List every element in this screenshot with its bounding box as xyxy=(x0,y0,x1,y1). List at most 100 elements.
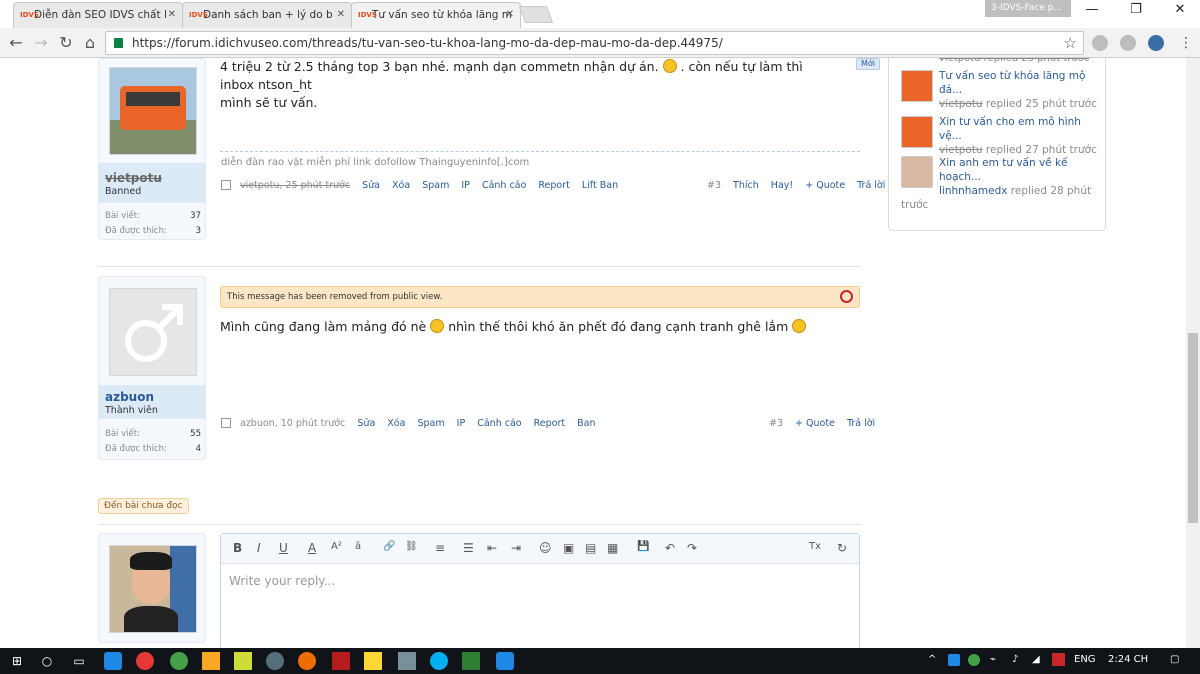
edit-link[interactable]: Sửa xyxy=(362,180,380,191)
thread-thumb[interactable] xyxy=(901,70,933,102)
avatar[interactable] xyxy=(109,67,197,155)
quote-link[interactable]: + Quote xyxy=(805,180,845,191)
select-checkbox[interactable] xyxy=(221,418,231,428)
ban-link[interactable]: Ban xyxy=(577,418,595,429)
app-icon[interactable] xyxy=(462,652,480,670)
volume-icon[interactable]: ♪ xyxy=(1012,654,1018,665)
redo-icon[interactable]: ↷ xyxy=(687,541,697,555)
tray-network-icon[interactable]: ⌁ xyxy=(990,654,996,665)
remove-format-icon[interactable]: Tx xyxy=(809,541,821,552)
activity-title[interactable]: hoạch... xyxy=(939,171,981,183)
ip-link[interactable]: IP xyxy=(461,180,470,191)
report-link[interactable]: Report xyxy=(538,180,570,191)
quote-link[interactable]: + Quote xyxy=(795,418,835,429)
avatar[interactable] xyxy=(109,545,197,633)
tray-v-icon[interactable] xyxy=(1052,653,1065,666)
media-icon[interactable]: ▤ xyxy=(585,541,596,555)
link-icon[interactable]: 🔗 xyxy=(383,541,395,552)
like-link[interactable]: Thích xyxy=(733,180,759,191)
spam-link[interactable]: Spam xyxy=(417,418,444,429)
forward-icon[interactable]: → xyxy=(31,33,51,53)
tray-icon[interactable] xyxy=(948,654,960,666)
indent-icon[interactable]: ⇥ xyxy=(511,541,521,555)
font-family-button[interactable]: ā xyxy=(355,541,361,552)
bookmark-star-icon[interactable]: ☆ xyxy=(1064,34,1077,52)
insert-icon[interactable]: ▦ xyxy=(607,541,618,555)
save-draft-icon[interactable]: 💾 xyxy=(637,541,649,552)
select-checkbox[interactable] xyxy=(221,180,231,190)
activity-user[interactable]: vietpotu xyxy=(939,98,983,110)
warn-link[interactable]: Cảnh cáo xyxy=(477,418,521,429)
tray-expand-icon[interactable]: ^ xyxy=(928,654,936,665)
app-icon[interactable] xyxy=(170,652,188,670)
chrome-active-icon[interactable] xyxy=(266,652,284,670)
user-thumb[interactable] xyxy=(901,156,933,188)
delete-link[interactable]: Xóa xyxy=(392,180,410,191)
new-tab-button[interactable] xyxy=(518,6,554,23)
font-size-button[interactable]: A² xyxy=(331,541,342,552)
folder-icon[interactable] xyxy=(202,652,220,670)
chrome-icon[interactable] xyxy=(136,652,154,670)
italic-button[interactable]: I xyxy=(257,541,261,555)
task-view-icon[interactable]: ▭ xyxy=(70,652,88,670)
tab-diendan[interactable]: IDVS Diễn đàn SEO IDVS chất l ✕ xyxy=(13,2,183,28)
toggle-bbcode-icon[interactable]: ↻ xyxy=(837,541,847,555)
minimize-button[interactable]: — xyxy=(1072,2,1112,22)
username[interactable]: azbuon xyxy=(105,390,154,404)
close-tab-icon[interactable]: ✕ xyxy=(168,9,176,20)
activity-item[interactable]: Tư vấn seo từ khóa lăng mộ đá... vietpot… xyxy=(939,69,1099,111)
close-tab-icon[interactable]: ✕ xyxy=(337,9,345,20)
bullet-list-icon[interactable]: ☰ xyxy=(463,541,474,555)
activity-item[interactable]: Xin anh em tư vấn về kế hoạch... linhnha… xyxy=(939,156,1099,198)
profile-button[interactable]: 3-IDVS-Face p... xyxy=(985,0,1071,17)
thread-thumb[interactable] xyxy=(901,116,933,148)
reply-link[interactable]: Trả lời xyxy=(847,418,875,429)
filezilla-icon[interactable] xyxy=(332,652,350,670)
username[interactable]: vietpotu xyxy=(105,171,162,185)
clock[interactable]: 2:24 CH xyxy=(1108,654,1148,665)
reload-icon[interactable]: ↻ xyxy=(56,33,76,53)
close-window-button[interactable]: ✕ xyxy=(1160,2,1200,22)
network-icon[interactable] xyxy=(398,652,416,670)
hay-link[interactable]: Hay! xyxy=(771,180,793,191)
undo-icon[interactable]: ↶ xyxy=(665,541,675,555)
sticky-icon[interactable] xyxy=(364,652,382,670)
warn-link[interactable]: Cảnh cáo xyxy=(482,180,526,191)
reply-input[interactable]: Write your reply... xyxy=(229,574,335,588)
extension-account-icon[interactable] xyxy=(1148,35,1164,51)
tray-icon[interactable] xyxy=(968,654,980,666)
activity-title[interactable]: Tư vấn seo từ khóa lăng mộ xyxy=(939,70,1085,82)
activity-title[interactable]: Xin anh em tư vấn về kế xyxy=(939,157,1068,169)
post-number[interactable]: #3 xyxy=(769,418,783,429)
reply-link[interactable]: Trả lời xyxy=(857,180,885,191)
app-icon[interactable] xyxy=(104,652,122,670)
close-tab-icon[interactable]: ✕ xyxy=(506,9,514,20)
maximize-button[interactable]: ❐ xyxy=(1116,2,1156,22)
unlink-icon[interactable]: ⛓ xyxy=(405,541,418,552)
url-text[interactable]: https://forum.idichvuseo.com/threads/tu-… xyxy=(132,36,723,50)
firefox-icon[interactable] xyxy=(298,652,316,670)
back-icon[interactable]: ← xyxy=(6,33,26,53)
post-number[interactable]: #3 xyxy=(707,180,721,191)
activity-user[interactable]: vietpotu xyxy=(939,144,983,156)
activity-title[interactable]: đá... xyxy=(939,84,962,96)
activity-item[interactable]: Xin tư vấn cho em mô hình vệ... vietpotu… xyxy=(939,115,1099,157)
extension-shield-icon[interactable] xyxy=(1120,35,1136,51)
numbered-list-icon[interactable]: ⇤ xyxy=(487,541,497,555)
bold-button[interactable]: B xyxy=(233,541,242,555)
tab-tuvan[interactable]: IDVS Tư vấn seo từ khóa lăng m ✕ xyxy=(351,2,521,28)
language-indicator[interactable]: ENG xyxy=(1074,654,1096,665)
app-icon[interactable] xyxy=(496,652,514,670)
windows-start-icon[interactable]: ⊞ xyxy=(8,652,26,670)
extension-cloud-icon[interactable] xyxy=(1092,35,1108,51)
text-color-button[interactable]: A xyxy=(308,541,316,555)
activity-title[interactable]: Xin tư vấn cho em mô hình vệ... xyxy=(939,116,1081,142)
delete-link[interactable]: Xóa xyxy=(387,418,405,429)
activity-user[interactable]: linhnhamedx xyxy=(939,185,1007,197)
wifi-icon[interactable]: ◢ xyxy=(1032,654,1040,665)
report-link[interactable]: Report xyxy=(534,418,566,429)
address-bar[interactable]: https://forum.idichvuseo.com/threads/tu-… xyxy=(105,31,1084,55)
notes-icon[interactable] xyxy=(234,652,252,670)
edit-link[interactable]: Sửa xyxy=(357,418,375,429)
align-icon[interactable]: ≡ xyxy=(435,541,445,555)
